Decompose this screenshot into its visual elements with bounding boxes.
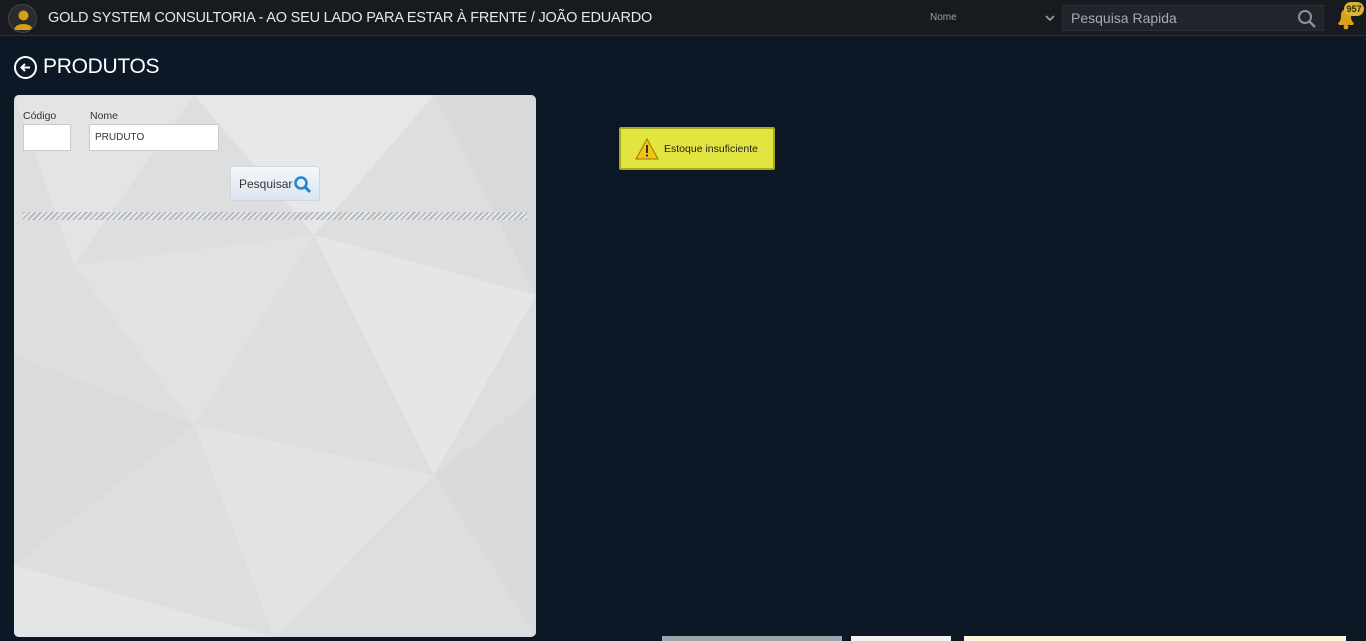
codigo-label: Código [23, 110, 57, 122]
results-divider [23, 212, 527, 220]
filter-panel: Código Nome Pesquisar [14, 95, 536, 637]
bottom-strip-yellow [964, 636, 1346, 641]
search-button-label: Pesquisar [239, 177, 293, 191]
nome-field[interactable] [89, 124, 219, 151]
search-button[interactable]: Pesquisar [230, 166, 320, 201]
back-button[interactable] [14, 56, 37, 79]
page-title: PRODUTOS [43, 55, 160, 78]
codigo-field[interactable] [23, 124, 71, 151]
toast-message: Estoque insuficiente [664, 143, 758, 155]
search-field-select[interactable]: Nome [924, 6, 1058, 30]
warning-icon [635, 138, 659, 160]
bottom-strip-white [851, 636, 951, 641]
quick-search-box [1062, 5, 1324, 31]
notifications-button[interactable]: 957 [1334, 2, 1364, 32]
stock-warning-toast[interactable]: Estoque insuficiente [619, 127, 775, 170]
notification-count-badge: 957 [1344, 2, 1364, 16]
search-icon [294, 176, 312, 194]
bottom-strip-gray [662, 636, 842, 641]
user-avatar-icon[interactable] [8, 4, 37, 33]
top-bar: GOLD SYSTEM CONSULTORIA - AO SEU LADO PA… [0, 0, 1366, 36]
app-title: GOLD SYSTEM CONSULTORIA - AO SEU LADO PA… [48, 10, 653, 26]
search-field-select-value: Nome [930, 12, 957, 23]
search-icon[interactable] [1297, 9, 1317, 29]
nome-label: Nome [90, 110, 119, 122]
quick-search-input[interactable] [1063, 6, 1293, 30]
chevron-down-icon [1045, 15, 1055, 22]
arrow-left-circle-icon [20, 63, 30, 72]
